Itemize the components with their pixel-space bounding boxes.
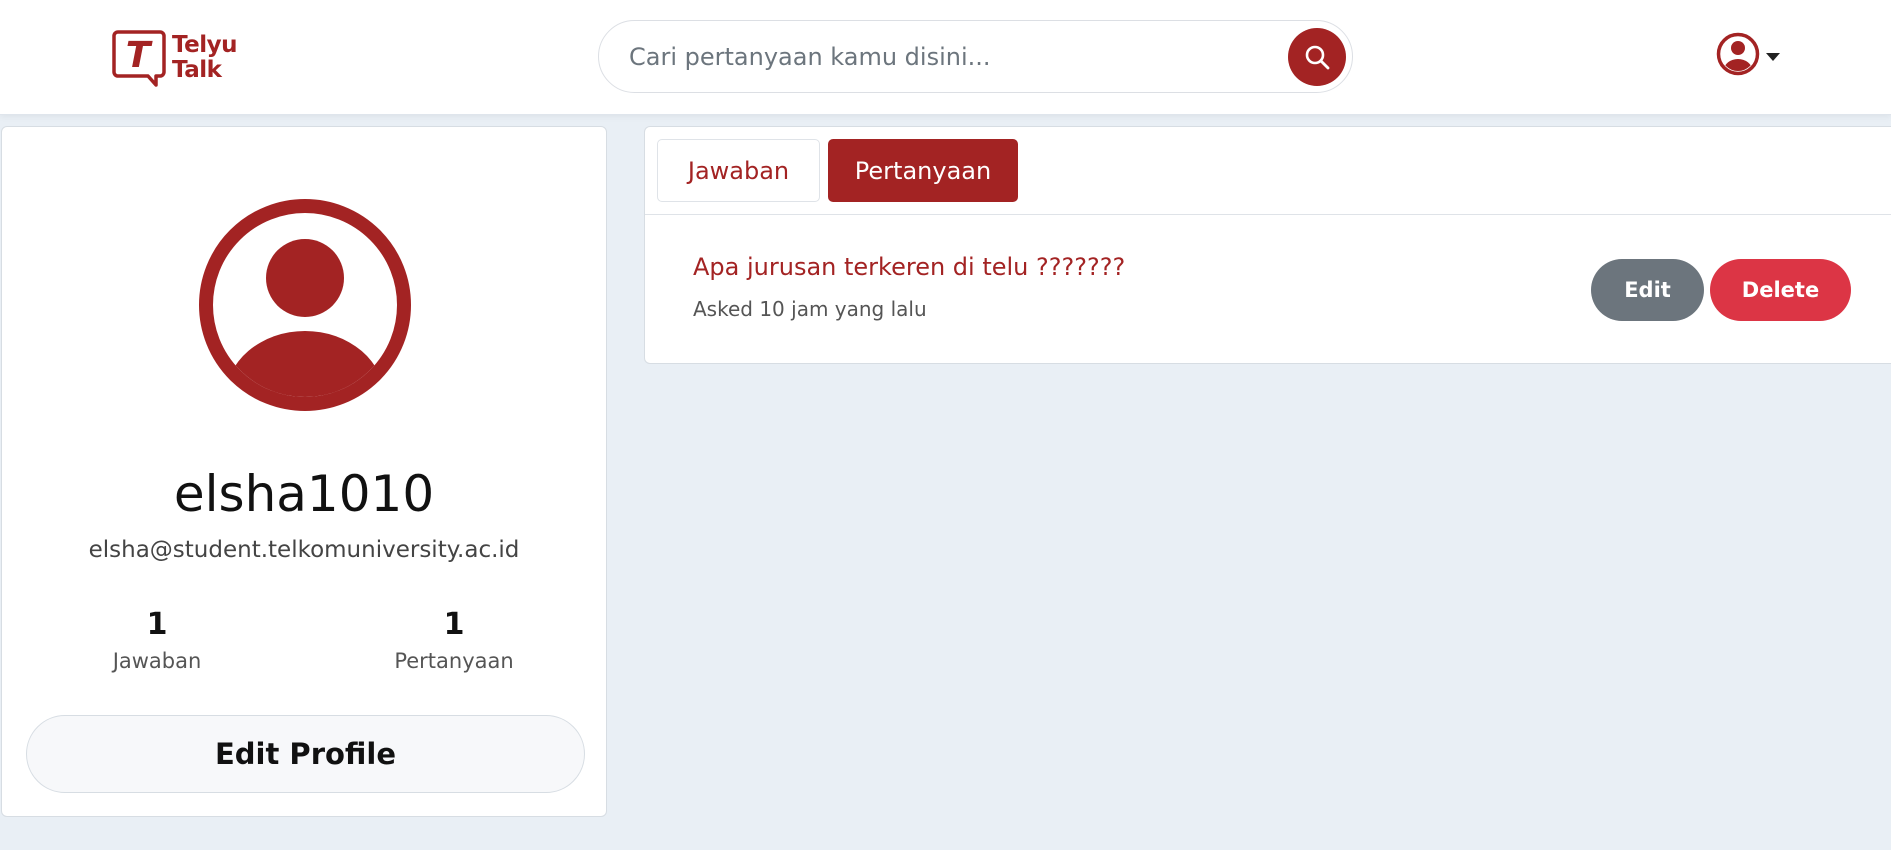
logo-text: Telyu Talk bbox=[172, 33, 237, 83]
chevron-down-icon bbox=[1766, 53, 1780, 61]
user-circle-icon bbox=[1716, 32, 1760, 76]
logo-line-2: Talk bbox=[172, 57, 222, 83]
stat-pertanyaan-value: 1 bbox=[443, 607, 465, 642]
search-icon bbox=[1305, 45, 1330, 70]
profile-card: elsha1010 elsha@student.telkomuniversity… bbox=[1, 126, 607, 817]
search-button[interactable] bbox=[1288, 28, 1346, 86]
tab-pertanyaan[interactable]: Pertanyaan bbox=[828, 139, 1018, 202]
logo-speech-bubble-icon: T bbox=[112, 30, 166, 87]
search-bar bbox=[598, 20, 1353, 93]
delete-question-button[interactable]: Delete bbox=[1710, 259, 1851, 321]
search-input[interactable] bbox=[629, 21, 1249, 92]
stat-jawaban-value: 1 bbox=[146, 607, 168, 642]
telyu-talk-logo[interactable]: T Telyu Talk bbox=[112, 28, 237, 88]
profile-username: elsha1010 bbox=[173, 465, 435, 523]
stat-jawaban-label: Jawaban bbox=[112, 649, 202, 673]
tab-jawaban[interactable]: Jawaban bbox=[657, 139, 820, 202]
question-list-item: Apa jurusan terkeren di telu ??????? Ask… bbox=[645, 215, 1891, 365]
user-menu-dropdown[interactable] bbox=[1716, 32, 1780, 76]
edit-profile-button[interactable]: Edit Profile bbox=[26, 715, 585, 793]
navbar: T Telyu Talk bbox=[0, 0, 1891, 115]
edit-question-button[interactable]: Edit bbox=[1591, 259, 1704, 321]
stat-pertanyaan: 1 Pertanyaan bbox=[354, 605, 554, 673]
logo-line-1: Telyu bbox=[172, 32, 237, 58]
stat-jawaban: 1 Jawaban bbox=[57, 605, 257, 673]
activity-tabs: Jawaban Pertanyaan bbox=[645, 127, 1891, 215]
profile-email: elsha@student.telkomuniversity.ac.id bbox=[88, 537, 520, 563]
activity-panel: Jawaban Pertanyaan Apa jurusan terkeren … bbox=[644, 126, 1891, 364]
logo-mark-letter: T bbox=[126, 35, 153, 76]
stat-pertanyaan-label: Pertanyaan bbox=[394, 649, 514, 673]
question-title-link[interactable]: Apa jurusan terkeren di telu ??????? bbox=[693, 253, 1125, 281]
question-asked-time: Asked 10 jam yang lalu bbox=[693, 297, 927, 321]
profile-avatar-icon bbox=[199, 199, 411, 411]
